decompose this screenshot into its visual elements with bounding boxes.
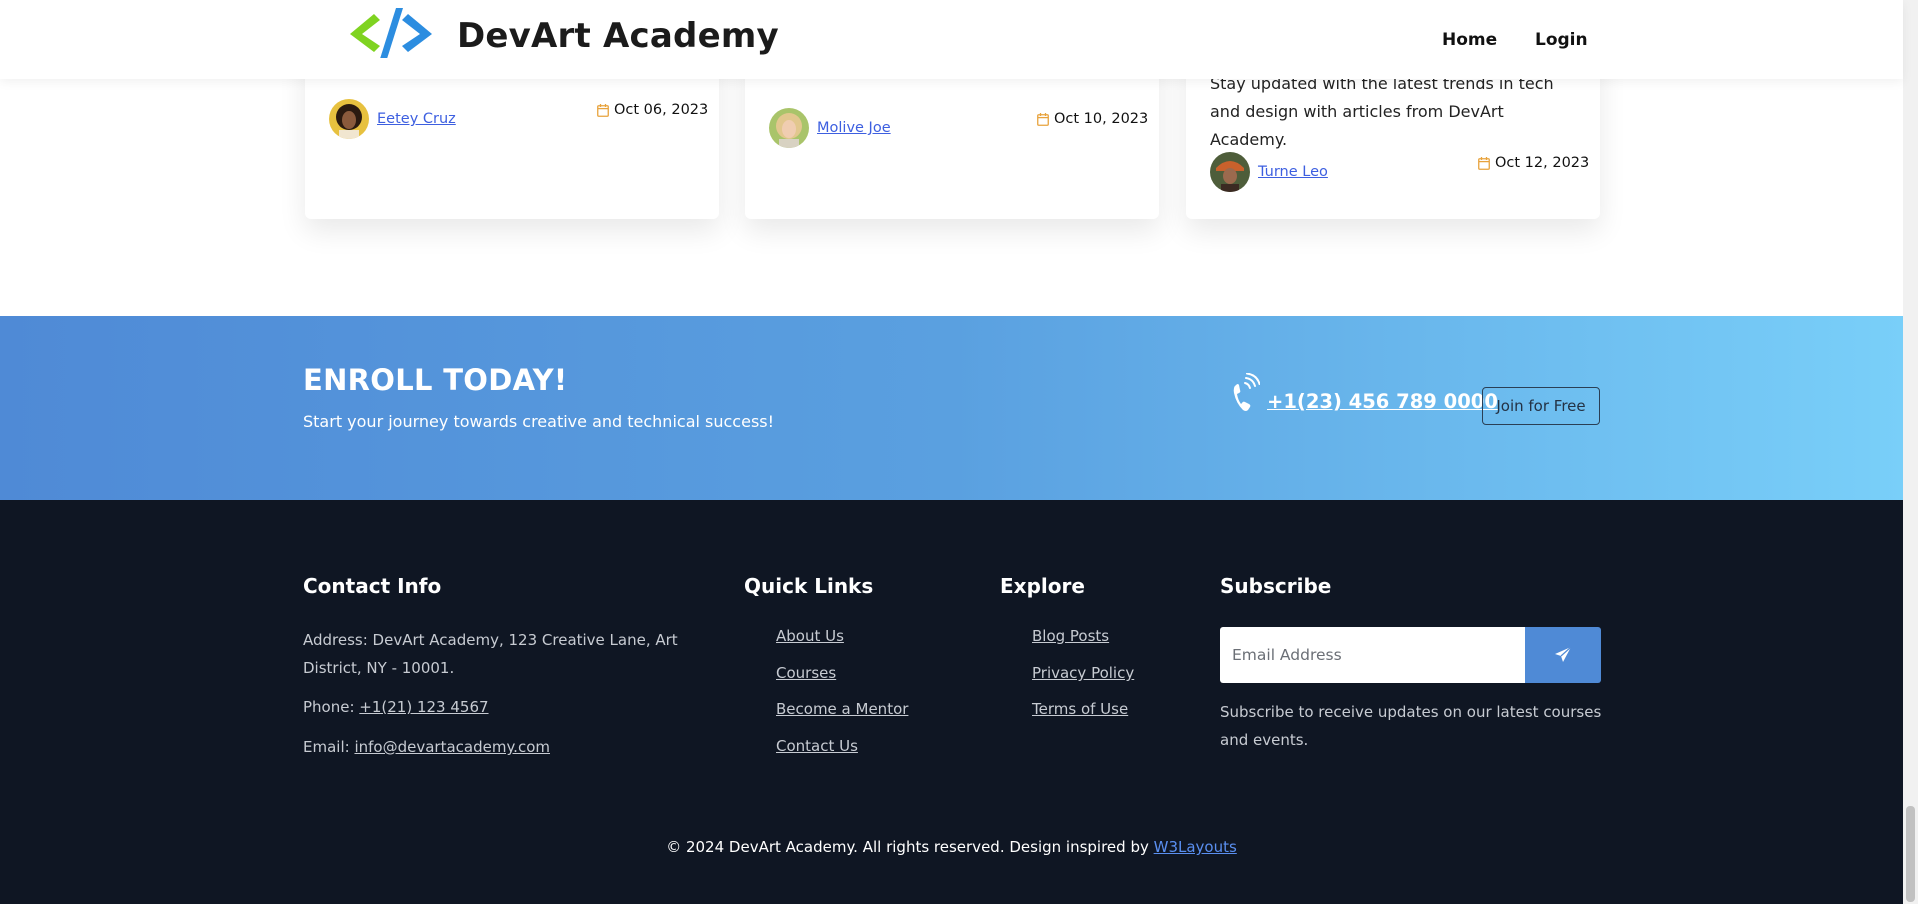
- copyright: © 2024 DevArt Academy. All rights reserv…: [0, 838, 1903, 856]
- logo[interactable]: [346, 6, 436, 58]
- footer-link-about-us[interactable]: About Us: [776, 627, 844, 645]
- author-link[interactable]: Molive Joe: [817, 120, 891, 136]
- calendar-icon: [1037, 112, 1049, 126]
- enroll-banner: ENROLL TODAY! Start your journey towards…: [0, 316, 1903, 500]
- nav-login[interactable]: Login: [1535, 30, 1588, 50]
- email-label: Email:: [303, 738, 355, 756]
- copyright-text: © 2024 DevArt Academy. All rights reserv…: [666, 838, 1154, 856]
- site-header: DevArt Academy Home Login: [0, 0, 1903, 79]
- scrollbar-thumb[interactable]: [1906, 806, 1915, 902]
- date-text: Oct 06, 2023: [614, 102, 709, 118]
- scrollbar-track[interactable]: [1903, 0, 1918, 904]
- explore-heading: Explore: [1000, 574, 1085, 598]
- phone-label: Phone:: [303, 698, 360, 716]
- card-date: Oct 06, 2023: [597, 102, 708, 118]
- card-author: Molive Joe: [769, 108, 891, 148]
- subscribe-button[interactable]: [1525, 627, 1601, 683]
- avatar: [769, 108, 809, 148]
- site-footer: Contact Info Address: DevArt Academy, 12…: [0, 500, 1903, 904]
- contact-address: Address: DevArt Academy, 123 Creative La…: [303, 631, 678, 677]
- credit-link[interactable]: W3Layouts: [1154, 838, 1237, 856]
- avatar: [329, 99, 369, 139]
- calendar-icon: [1478, 156, 1490, 170]
- join-for-free-button[interactable]: Join for Free: [1482, 387, 1600, 425]
- footer-link-blog-posts[interactable]: Blog Posts: [1032, 627, 1109, 645]
- subscribe-note: Subscribe to receive updates on our late…: [1220, 703, 1602, 749]
- contact-email: Email: info@devartacademy.com: [303, 733, 550, 761]
- footer-link-courses[interactable]: Courses: [776, 664, 836, 682]
- footer-phone-link[interactable]: +1(21) 123 4567: [359, 698, 488, 716]
- enroll-subtitle: Start your journey towards creative and …: [303, 412, 775, 431]
- author-link[interactable]: Turne Leo: [1258, 164, 1328, 180]
- code-brackets-logo-icon: [350, 8, 432, 58]
- quick-links-heading: Quick Links: [744, 574, 874, 598]
- contact-phone: Phone: +1(21) 123 4567: [303, 693, 489, 721]
- footer-link-privacy-policy[interactable]: Privacy Policy: [1032, 664, 1134, 682]
- calendar-icon: [597, 103, 609, 117]
- card-date: Oct 12, 2023: [1478, 155, 1589, 171]
- date-text: Oct 10, 2023: [1054, 111, 1149, 127]
- footer-link-become-a-mentor[interactable]: Become a Mentor: [776, 700, 908, 718]
- footer-email-link[interactable]: info@devartacademy.com: [354, 738, 550, 756]
- card-date: Oct 10, 2023: [1037, 111, 1148, 127]
- card-author: Turne Leo: [1210, 152, 1328, 192]
- subscribe-form: [1220, 627, 1601, 683]
- footer-link-contact-us[interactable]: Contact Us: [776, 737, 858, 755]
- avatar: [1210, 152, 1250, 192]
- date-text: Oct 12, 2023: [1495, 155, 1590, 171]
- subscribe-heading: Subscribe: [1220, 574, 1332, 598]
- enroll-title: ENROLL TODAY!: [303, 363, 568, 397]
- phone-ringing-icon: [1233, 373, 1260, 411]
- brand-name[interactable]: DevArt Academy: [457, 16, 779, 56]
- card-author: Eetey Cruz: [329, 99, 456, 139]
- subscribe-email-input[interactable]: [1220, 627, 1525, 683]
- enroll-phone-link[interactable]: +1(23) 456 789 0000: [1267, 390, 1498, 413]
- nav-home[interactable]: Home: [1442, 30, 1497, 50]
- paper-plane-icon: [1555, 646, 1572, 662]
- card-excerpt: Stay updated with the latest trends in t…: [1210, 74, 1554, 149]
- footer-link-terms-of-use[interactable]: Terms of Use: [1032, 700, 1128, 718]
- contact-info-heading: Contact Info: [303, 574, 442, 598]
- author-link[interactable]: Eetey Cruz: [377, 111, 456, 127]
